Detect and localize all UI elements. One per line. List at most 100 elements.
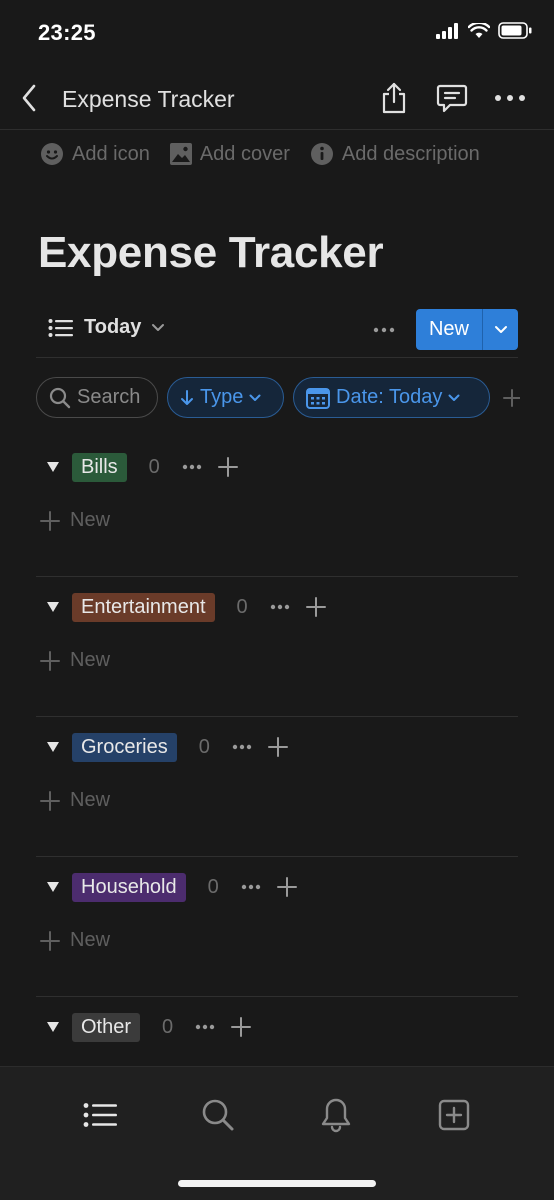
group-add-button[interactable]: [229, 1015, 253, 1039]
group-options-button[interactable]: [268, 595, 292, 619]
group-count: 0: [207, 875, 219, 898]
tab-notifications[interactable]: [316, 1095, 356, 1135]
group-options-button[interactable]: [193, 1015, 217, 1039]
group-tag: Groceries: [72, 732, 177, 762]
back-button[interactable]: [14, 80, 44, 116]
group-options-button[interactable]: [180, 455, 204, 479]
more-horizontal-icon: [270, 604, 290, 610]
search-button[interactable]: Search: [36, 377, 158, 418]
group-new-item-button[interactable]: New: [40, 509, 110, 532]
type-sort-filter[interactable]: Type: [167, 377, 284, 418]
group-options-button[interactable]: [239, 875, 263, 899]
share-button[interactable]: [374, 80, 414, 116]
triangle-down-icon: [46, 461, 60, 473]
tab-search[interactable]: [198, 1095, 238, 1135]
search-label: Search: [77, 386, 141, 408]
info-icon: [310, 142, 334, 166]
plus-icon: [267, 737, 288, 757]
group-options-button[interactable]: [230, 735, 254, 759]
bottom-tab-bar: [0, 1066, 554, 1200]
more-horizontal-icon: [195, 1024, 215, 1030]
new-item-label: New: [70, 649, 111, 671]
group-toggle[interactable]: [36, 452, 72, 482]
group-toggle[interactable]: [36, 592, 72, 622]
date-filter-label: Date: Today: [336, 386, 443, 408]
group-household: Household 0 New: [36, 857, 518, 997]
battery-icon: [498, 22, 532, 39]
view-options-button[interactable]: [370, 316, 398, 344]
view-toolbar: Today New: [36, 306, 518, 358]
group-count: 0: [162, 1015, 174, 1038]
add-cover-label: Add cover: [199, 142, 290, 165]
add-icon-button[interactable]: Add icon: [40, 142, 150, 166]
plus-icon: [40, 930, 60, 951]
comment-icon: [436, 83, 468, 113]
chevron-down-icon: [249, 394, 261, 402]
new-button[interactable]: New: [416, 309, 483, 350]
type-filter-label: Type: [200, 386, 244, 408]
nav-bar: Expense Tracker: [0, 66, 554, 130]
triangle-down-icon: [46, 741, 60, 753]
group-header: Household 0: [36, 872, 299, 902]
search-icon: [49, 387, 71, 409]
plus-icon: [40, 650, 60, 671]
new-button-group: New: [416, 309, 518, 350]
smiley-icon: [40, 142, 64, 166]
new-dropdown-button[interactable]: [483, 309, 518, 350]
plus-icon: [40, 510, 60, 531]
add-filter-button[interactable]: [502, 377, 520, 418]
view-selector[interactable]: Today: [48, 316, 165, 339]
filter-bar: Search Type Date: Today: [36, 377, 520, 419]
group-new-item-button[interactable]: New: [40, 929, 110, 952]
comments-button[interactable]: [432, 80, 472, 116]
add-description-button[interactable]: Add description: [310, 142, 480, 166]
new-item-label: New: [70, 789, 111, 811]
group-tag: Household: [72, 872, 186, 902]
wifi-icon: [468, 22, 490, 39]
status-time: 23:25: [38, 20, 96, 45]
page-meta-actions: Add icon Add cover Add description: [40, 142, 480, 166]
group-toggle[interactable]: [36, 732, 72, 762]
group-count: 0: [198, 735, 210, 758]
group-add-button[interactable]: [216, 455, 240, 479]
plus-icon: [305, 597, 326, 617]
group-add-button[interactable]: [275, 875, 299, 899]
plus-icon: [502, 388, 520, 408]
group-count: 0: [148, 455, 160, 478]
more-horizontal-icon: [232, 744, 252, 750]
group-add-button[interactable]: [304, 595, 328, 619]
group-bills: Bills 0 New: [36, 437, 518, 577]
group-toggle[interactable]: [36, 872, 72, 902]
bell-icon: [320, 1097, 352, 1133]
add-icon-label: Add icon: [72, 142, 150, 165]
group-new-item-button[interactable]: New: [40, 649, 110, 672]
group-add-button[interactable]: [266, 735, 290, 759]
group-header: Entertainment 0: [36, 592, 328, 622]
group-toggle[interactable]: [36, 1012, 72, 1042]
chevron-down-icon: [494, 325, 508, 335]
list-view-icon: [48, 318, 74, 338]
group-new-item-button[interactable]: New: [40, 789, 110, 812]
group-tag: Entertainment: [72, 592, 215, 622]
share-icon: [381, 82, 407, 114]
more-horizontal-icon: [494, 94, 526, 102]
more-horizontal-icon: [182, 464, 202, 470]
group-header: Other 0: [36, 1012, 253, 1042]
search-icon: [201, 1098, 235, 1132]
new-item-label: New: [70, 509, 111, 531]
plus-icon: [40, 790, 60, 811]
cellular-signal-icon: [436, 22, 460, 39]
date-filter[interactable]: Date: Today: [293, 377, 490, 418]
tab-home[interactable]: [80, 1095, 120, 1135]
more-options-button[interactable]: [490, 80, 530, 116]
calendar-icon: [306, 387, 330, 409]
home-indicator: [178, 1180, 376, 1187]
more-horizontal-icon: [241, 884, 261, 890]
add-description-label: Add description: [341, 142, 480, 165]
group-tag: Other: [72, 1012, 141, 1042]
plus-icon: [231, 1017, 252, 1037]
add-cover-button[interactable]: Add cover: [169, 142, 290, 166]
chevron-down-icon: [448, 394, 460, 402]
more-horizontal-icon: [373, 327, 395, 333]
tab-new-page[interactable]: [434, 1095, 474, 1135]
